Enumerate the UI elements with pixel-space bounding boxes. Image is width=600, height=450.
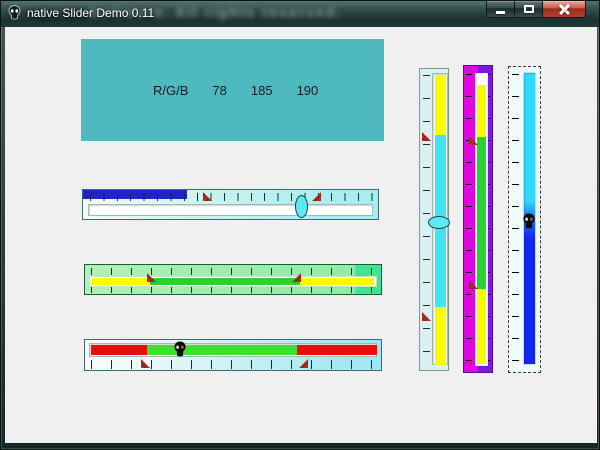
minimize-icon — [496, 11, 505, 14]
slider-thumb[interactable] — [428, 216, 450, 229]
tick-marks — [466, 74, 472, 364]
slider-h2[interactable] — [84, 264, 382, 295]
slider-thumb[interactable] — [295, 195, 308, 218]
selection-range — [150, 278, 300, 285]
tick-marks — [91, 286, 375, 293]
blue-value: 190 — [297, 83, 319, 98]
maximize-button[interactable] — [515, 1, 543, 18]
slider-v3[interactable] — [508, 66, 541, 373]
track-segment-yellow-top — [435, 75, 446, 135]
track-segment-red-left — [91, 345, 147, 355]
color-preview-panel: R/G/B 78 185 190 — [81, 39, 384, 141]
red-value: 78 — [212, 83, 226, 98]
tick-marks — [91, 360, 375, 369]
selection-range — [477, 137, 486, 289]
selection-range — [147, 345, 297, 355]
slider-h1[interactable] — [82, 189, 379, 220]
minimize-button[interactable] — [486, 1, 515, 18]
tick-marks — [512, 74, 519, 365]
titlebar: Software. All rights reserved. native Sl… — [1, 1, 599, 27]
app-skull-icon — [7, 5, 22, 20]
rgb-label: R/G/B — [153, 83, 188, 98]
skull-thumb-icon[interactable] — [173, 341, 187, 357]
skull-thumb-icon[interactable] — [522, 213, 536, 229]
app-window: Software. All rights reserved. native Sl… — [0, 0, 600, 450]
track-segment-yellow-top — [477, 85, 486, 137]
slider-v2[interactable] — [463, 65, 493, 373]
slider-h3[interactable] — [84, 339, 382, 371]
slider-track[interactable] — [88, 204, 373, 216]
close-icon — [558, 4, 571, 15]
slider-v1[interactable] — [419, 68, 449, 371]
client-area: R/G/B 78 185 190 — [5, 27, 597, 443]
track-segment-yellow-bottom — [477, 289, 486, 364]
close-button[interactable] — [543, 1, 586, 18]
tick-marks — [91, 268, 375, 275]
window-controls — [486, 1, 586, 18]
track-segment-red-right — [297, 345, 377, 355]
tick-marks — [90, 193, 373, 201]
green-value: 185 — [251, 83, 273, 98]
maximize-icon — [524, 5, 534, 13]
window-title: native Slider Demo 0.11 — [27, 6, 154, 20]
track-segment-yellow-bottom — [435, 307, 446, 365]
